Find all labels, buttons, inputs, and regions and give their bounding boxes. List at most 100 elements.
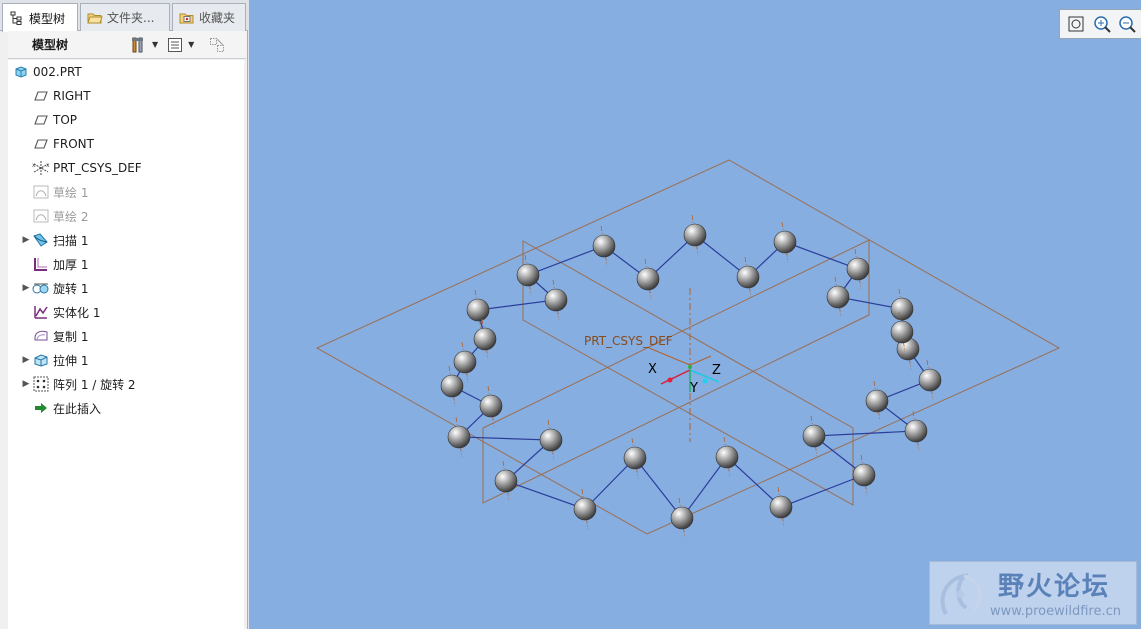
- expand-arrow-icon[interactable]: ▶: [20, 235, 32, 245]
- datum-plane-front[interactable]: [522, 240, 854, 506]
- expand-arrow-icon[interactable]: ▶: [20, 355, 32, 365]
- filter-icon: [210, 37, 225, 52]
- datum-plane-icon: [32, 135, 50, 153]
- expand-arrow-icon[interactable]: ▶: [20, 283, 32, 293]
- navigator-tab-strip: 模型树 文件夹... 收藏夹: [0, 0, 248, 32]
- tree-item[interactable]: FRONT: [8, 132, 244, 156]
- zoom-out-button[interactable]: [1115, 12, 1139, 36]
- axis-z-label: Z: [712, 363, 721, 378]
- model-tree-icon: [9, 10, 25, 26]
- expand-arrow-icon[interactable]: ▶: [20, 379, 32, 389]
- tree-item[interactable]: ▶ 阵列 1 / 旋转 2: [8, 372, 244, 396]
- revolve-icon: [32, 279, 50, 297]
- sphere[interactable]: [846, 257, 870, 281]
- chevron-down-icon[interactable]: ▼: [188, 40, 194, 49]
- graphics-window[interactable]: PRT_CSYS_DEF X Y Z: [249, 0, 1141, 629]
- thicken-icon: [32, 255, 50, 273]
- sphere[interactable]: [453, 350, 477, 374]
- zoom-in-button[interactable]: [1090, 12, 1114, 36]
- sphere[interactable]: [440, 374, 464, 398]
- sphere[interactable]: [516, 263, 540, 287]
- chevron-down-icon[interactable]: ▼: [152, 40, 158, 49]
- datum-plane-right[interactable]: [482, 239, 870, 504]
- tree-item[interactable]: 加厚 1: [8, 252, 244, 276]
- sphere[interactable]: [773, 230, 797, 254]
- tab-favorites[interactable]: 收藏夹: [172, 3, 246, 31]
- tree-item[interactable]: ▶ 扫描 1: [8, 228, 244, 252]
- sphere[interactable]: [670, 506, 694, 530]
- tree-item-label: 拉伸 1: [53, 353, 89, 368]
- tree-item[interactable]: ▶ 旋转 1: [8, 276, 244, 300]
- sphere[interactable]: [890, 297, 914, 321]
- sweep-icon: [32, 231, 50, 249]
- tree-item[interactable]: TOP: [8, 108, 244, 132]
- folder-icon: [87, 10, 103, 26]
- sphere[interactable]: [890, 320, 914, 344]
- sphere[interactable]: [592, 234, 616, 258]
- model-tree-toolbar: 模型树 ▼ ▼: [8, 31, 246, 59]
- tree-settings-button[interactable]: [128, 34, 150, 56]
- tab-folder-browser[interactable]: 文件夹...: [80, 3, 170, 31]
- tree-item[interactable]: 实体化 1: [8, 300, 244, 324]
- zoom-window-button[interactable]: [1064, 12, 1088, 36]
- sphere[interactable]: [852, 463, 876, 487]
- zoom-in-icon: [1093, 16, 1111, 33]
- forum-watermark: 野火论坛 www.proewildfire.cn: [929, 561, 1137, 625]
- sphere[interactable]: [494, 469, 518, 493]
- sphere[interactable]: [715, 445, 739, 469]
- tree-show-button[interactable]: [164, 34, 186, 56]
- csys-ref-line: [689, 355, 712, 366]
- tree-item-label: 草绘 1: [53, 185, 89, 200]
- sphere[interactable]: [736, 265, 760, 289]
- tree-item-label: 扫描 1: [53, 233, 89, 248]
- zoom-out-icon: [1119, 16, 1136, 33]
- tree-item[interactable]: 002.PRT: [8, 60, 244, 84]
- sphere[interactable]: [479, 394, 503, 418]
- zoom-window-icon: [1068, 16, 1084, 32]
- tree-item-label: 复制 1: [53, 329, 89, 344]
- tab-model-tree[interactable]: 模型树: [2, 3, 78, 32]
- sphere[interactable]: [918, 368, 942, 392]
- datum-plane-icon: [32, 87, 50, 105]
- watermark-brand: 野火论坛: [998, 572, 1111, 602]
- coordinate-system: PRT_CSYS_DEF X Y Z: [584, 288, 721, 442]
- sphere[interactable]: [636, 267, 660, 291]
- tab-label: 收藏夹: [199, 11, 236, 25]
- tree-item[interactable]: 复制 1: [8, 324, 244, 348]
- datum-plane-top[interactable]: [315, 159, 1061, 535]
- axis-y-label: Y: [689, 381, 698, 396]
- tree-filter-button[interactable]: [206, 34, 228, 56]
- tree-item[interactable]: 草绘 1: [8, 180, 244, 204]
- part-icon: [12, 63, 30, 81]
- tree-item[interactable]: 草绘 2: [8, 204, 244, 228]
- watermark-url: www.proewildfire.cn: [990, 604, 1121, 619]
- sphere[interactable]: [473, 327, 497, 351]
- sphere[interactable]: [623, 446, 647, 470]
- sphere[interactable]: [802, 424, 826, 448]
- tree-item[interactable]: 在此插入: [8, 396, 244, 420]
- sphere[interactable]: [447, 425, 471, 449]
- sketch-icon: [32, 207, 50, 225]
- axis-x-label: X: [648, 362, 657, 377]
- tree-item-label: PRT_CSYS_DEF: [53, 161, 142, 175]
- svg-text:x: x: [32, 162, 36, 169]
- sphere[interactable]: [683, 223, 707, 247]
- sphere[interactable]: [826, 285, 850, 309]
- favorites-folder-icon: [179, 10, 195, 26]
- csys-icon: xx: [32, 159, 50, 177]
- sphere[interactable]: [573, 497, 597, 521]
- sphere[interactable]: [865, 389, 889, 413]
- sphere[interactable]: [769, 495, 793, 519]
- tree-item[interactable]: x x PRT_CSYS_DEF: [8, 156, 244, 180]
- sphere[interactable]: [544, 288, 568, 312]
- insert-here-icon: [32, 399, 50, 417]
- model-tree: 002.PRT RIGHT TOP FRONT x x PRT_CSYS_DEF 草绘 1 草绘…: [8, 60, 244, 629]
- sphere[interactable]: [539, 428, 563, 452]
- tree-item[interactable]: RIGHT: [8, 84, 244, 108]
- tree-item-label: 阵列 1 / 旋转 2: [53, 377, 136, 392]
- sphere[interactable]: [466, 298, 490, 322]
- sphere[interactable]: [904, 419, 928, 443]
- sphere-pattern: [440, 214, 942, 539]
- tree-item[interactable]: ▶ 拉伸 1: [8, 348, 244, 372]
- extrude-icon: [32, 351, 50, 369]
